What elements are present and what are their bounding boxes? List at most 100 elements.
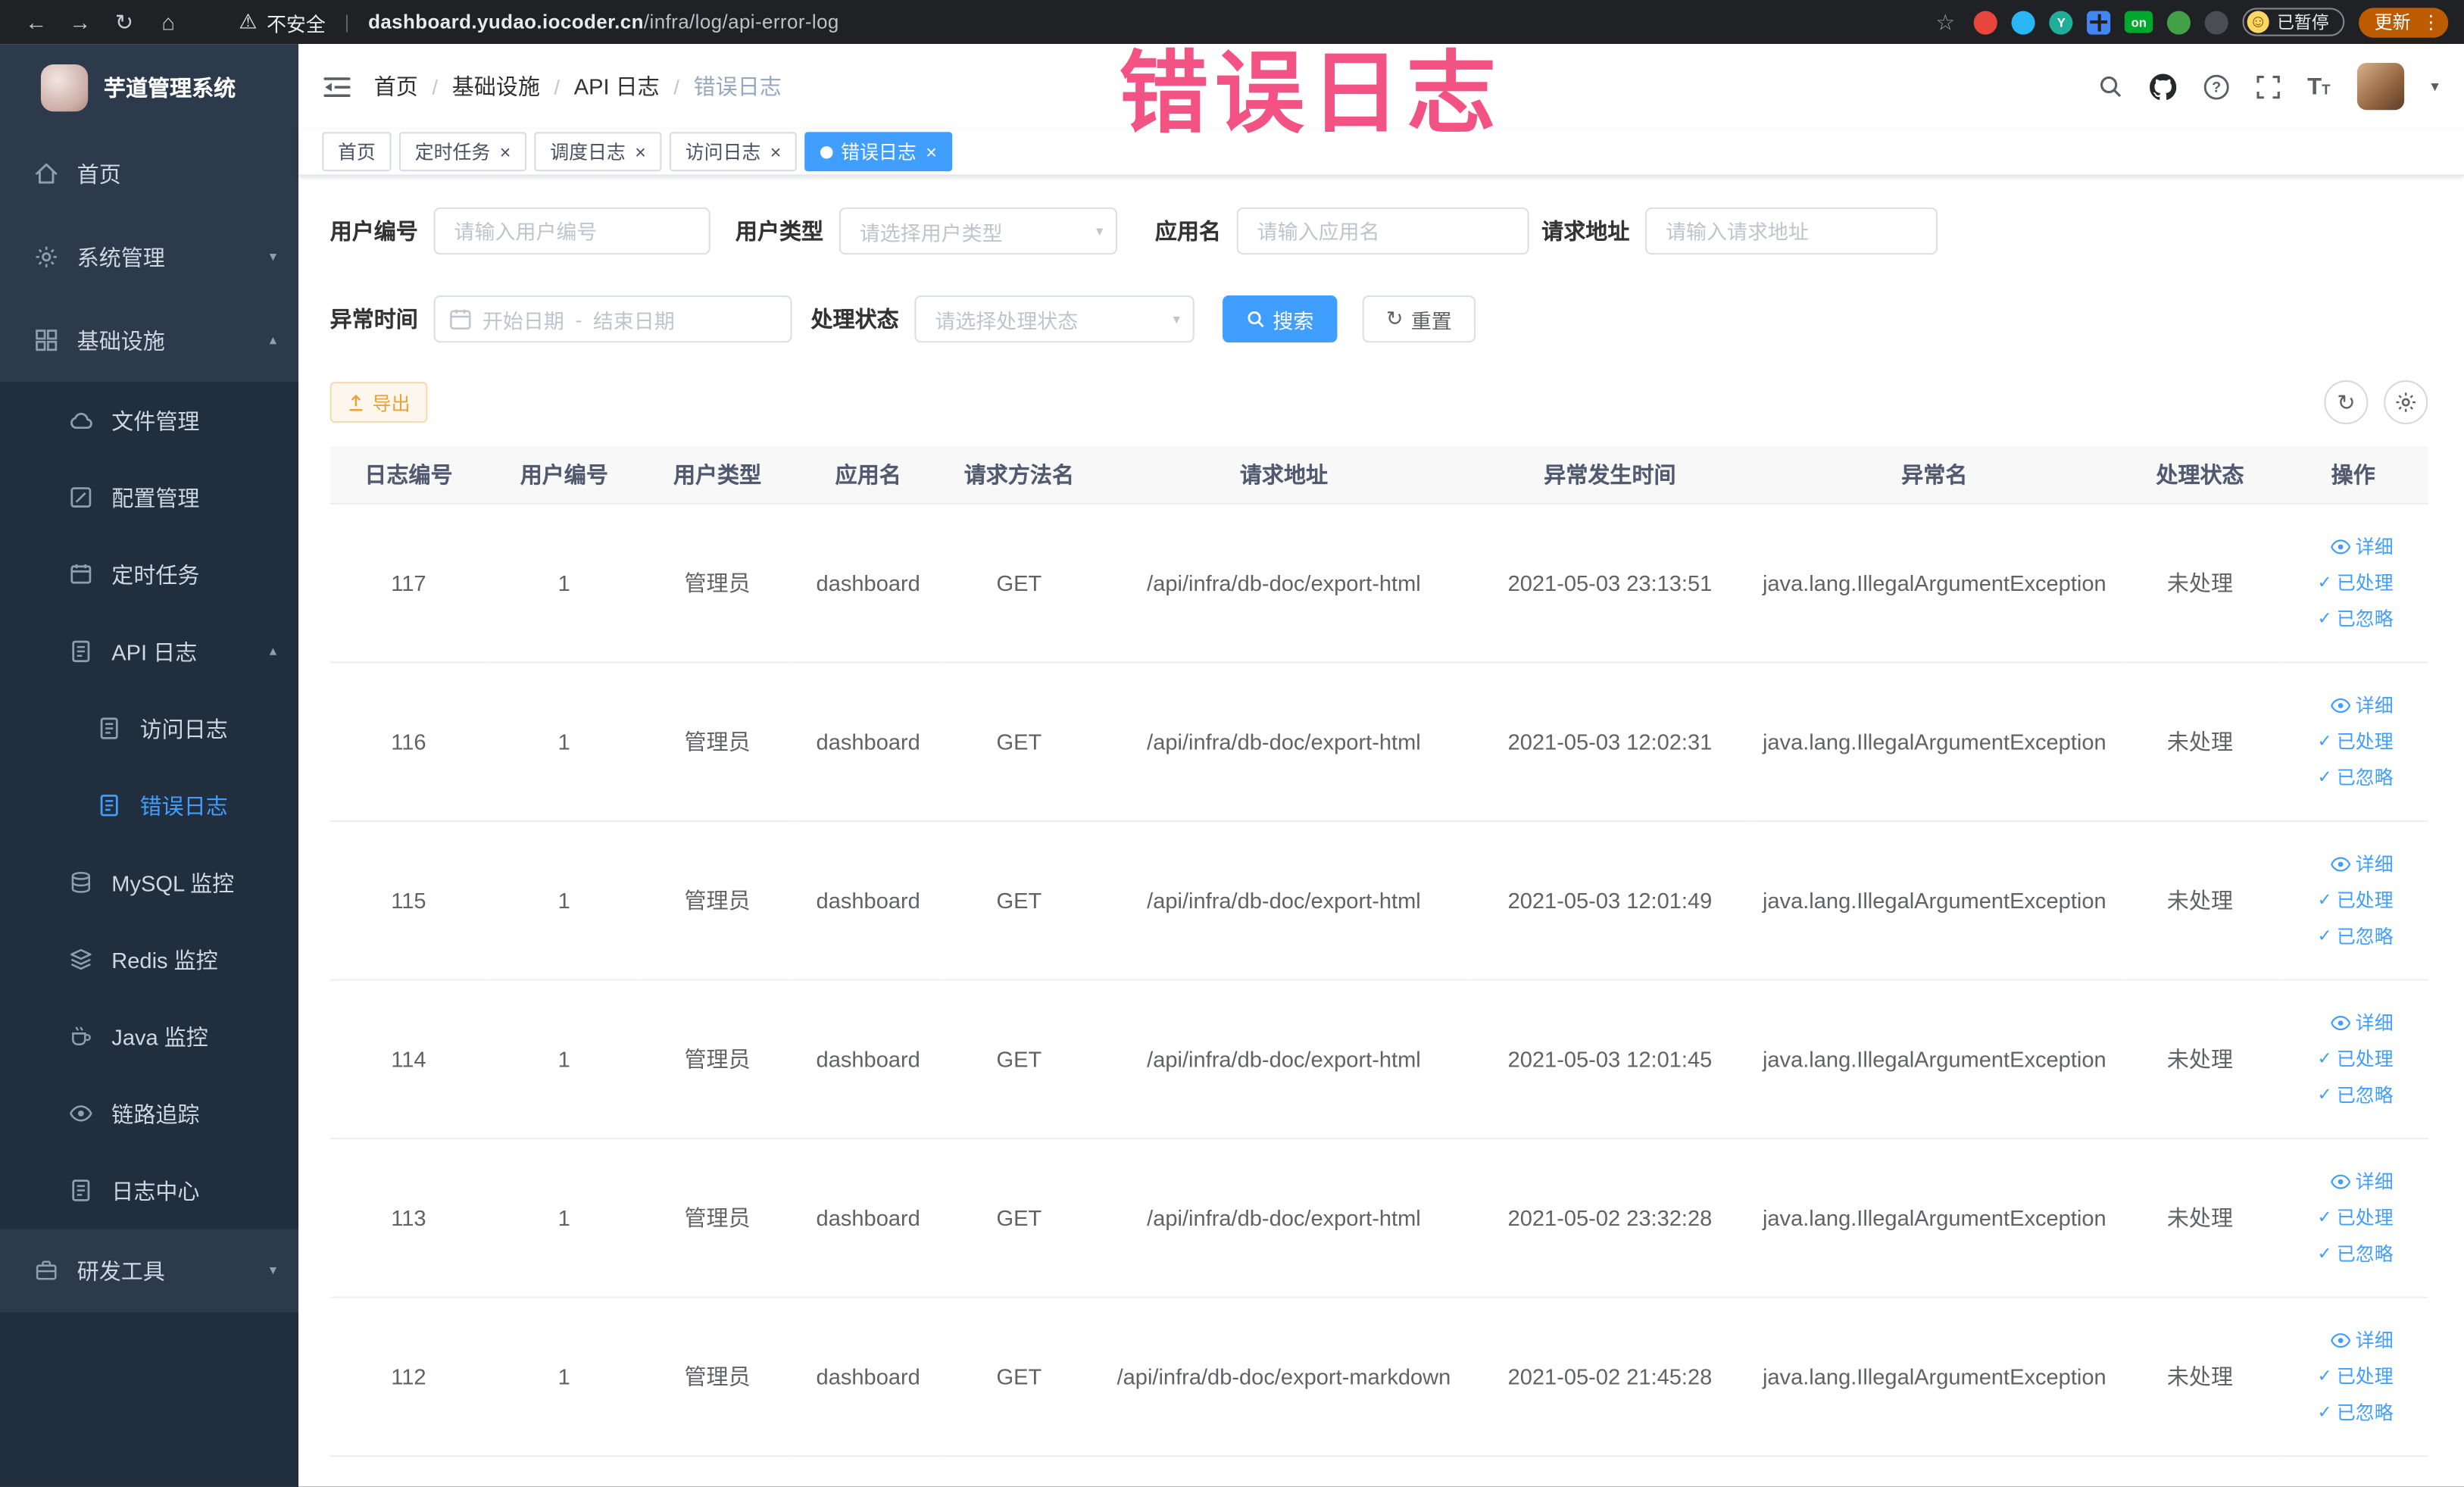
mark-processed-link[interactable]: ✓ 已处理	[2318, 728, 2394, 754]
mark-ignored-link[interactable]: ✓ 已忽略	[2318, 605, 2394, 632]
table-row: 115 1 管理员 dashboard GET /api/infra/db-do…	[329, 820, 2428, 980]
font-size-icon[interactable]: TT	[2307, 73, 2330, 99]
sidebar-item-file-mgmt[interactable]: 文件管理	[0, 382, 298, 459]
extension-icon-on[interactable]: on	[2125, 11, 2153, 33]
github-icon[interactable]	[2150, 73, 2177, 99]
tab-error-log[interactable]: 错误日志 ×	[804, 132, 953, 172]
sidebar-item-infrastructure[interactable]: 基础设施 ▴	[0, 298, 298, 382]
tab-access-log[interactable]: 访问日志 ×	[669, 132, 798, 172]
sidebar-item-tracing[interactable]: 链路追踪	[0, 1075, 298, 1152]
close-icon[interactable]: ×	[635, 141, 646, 163]
mark-ignored-link[interactable]: ✓ 已忽略	[2318, 923, 2394, 949]
user-avatar[interactable]	[2356, 62, 2405, 111]
url-bar[interactable]: dashboard.yudao.iocoder.cn/infra/log/api…	[368, 11, 839, 33]
cell-exception-time: 2021-05-02 23:32:28	[1472, 1138, 1747, 1298]
detail-link[interactable]: 详细	[2331, 692, 2394, 718]
detail-link[interactable]: 详细	[2331, 1326, 2394, 1353]
sidebar-item-redis-monitor[interactable]: Redis 监控	[0, 921, 298, 998]
sidebar-item-access-log[interactable]: 访问日志	[0, 690, 298, 767]
browser-menu-icon[interactable]: ⋮	[2422, 11, 2441, 33]
sidebar-item-log-center[interactable]: 日志中心	[0, 1152, 298, 1229]
extension-icon-drop[interactable]	[2011, 10, 2036, 34]
reset-button[interactable]: ↻ 重置	[1362, 295, 1476, 343]
app-title: 芋道管理系统	[103, 75, 236, 101]
browser-update-button[interactable]: 更新 ⋮	[2358, 7, 2449, 37]
mark-ignored-link[interactable]: ✓ 已忽略	[2318, 1081, 2394, 1107]
help-icon[interactable]: ?	[2203, 73, 2230, 99]
user-id-input[interactable]	[433, 207, 710, 255]
extension-icon-leaf[interactable]	[2166, 10, 2191, 34]
mark-processed-link[interactable]: ✓ 已处理	[2318, 1363, 2394, 1389]
detail-link[interactable]: 详细	[2331, 533, 2394, 559]
detail-link[interactable]: 详细	[2331, 1167, 2394, 1194]
sidebar-item-config-mgmt[interactable]: 配置管理	[0, 459, 298, 536]
close-icon[interactable]: ×	[500, 141, 511, 163]
col-log-id: 日志编号	[329, 446, 488, 504]
detail-link[interactable]: 详细	[2331, 850, 2394, 876]
tab-schedule-log[interactable]: 调度日志 ×	[534, 132, 662, 172]
check-icon: ✓	[2317, 732, 2332, 751]
extension-icon-yudao[interactable]: Y	[2049, 10, 2073, 34]
tab-home[interactable]: 首页	[322, 132, 392, 172]
search-icon[interactable]	[2098, 74, 2123, 99]
mark-processed-link[interactable]: ✓ 已处理	[2318, 569, 2394, 595]
browser-back-icon[interactable]: ←	[16, 9, 57, 34]
breadcrumb-api-logs[interactable]: API 日志	[574, 70, 660, 102]
sidebar-item-system-mgmt[interactable]: 系统管理 ▾	[0, 215, 298, 298]
sidebar-item-dev-tools[interactable]: 研发工具 ▾	[0, 1229, 298, 1312]
mark-ignored-link[interactable]: ✓ 已忽略	[2318, 764, 2394, 790]
mark-ignored-link[interactable]: ✓ 已忽略	[2318, 1398, 2394, 1425]
exception-time-range-picker[interactable]: 开始日期 - 结束日期	[433, 295, 792, 343]
app-name-input[interactable]	[1236, 207, 1529, 255]
fullscreen-icon[interactable]	[2257, 74, 2281, 98]
cell-status: 未处理	[2121, 1138, 2279, 1298]
cell-status: 未处理	[2121, 502, 2279, 663]
sidebar-item-java-monitor[interactable]: Java 监控	[0, 998, 298, 1075]
tab-scheduled-tasks[interactable]: 定时任务 ×	[398, 132, 527, 172]
mark-ignored-link[interactable]: ✓ 已忽略	[2318, 1240, 2394, 1267]
document-icon	[72, 640, 90, 663]
close-icon[interactable]: ×	[770, 141, 782, 163]
exception-time-label: 异常时间	[329, 306, 418, 332]
search-button[interactable]: 搜索	[1223, 295, 1338, 343]
avatar-caret-icon[interactable]: ▾	[2431, 78, 2438, 95]
chevron-down-icon: ▾	[1173, 310, 1181, 326]
filter-row-1: 用户编号 用户类型 请选择用户类型 ▾ 应用名 请求地址	[330, 207, 2428, 255]
sidebar-item-mysql-monitor[interactable]: MySQL 监控	[0, 844, 298, 921]
warning-icon: ⚠	[239, 9, 258, 33]
app-logo[interactable]: 芋道管理系统	[0, 44, 298, 132]
detail-link[interactable]: 详细	[2331, 1009, 2394, 1036]
breadcrumb-infrastructure[interactable]: 基础设施	[452, 70, 540, 102]
paused-badge[interactable]: ☺ 已暂停	[2242, 8, 2345, 36]
export-button[interactable]: 导出	[329, 382, 428, 423]
extension-icon-red[interactable]	[1974, 10, 1998, 34]
col-actions: 操作	[2278, 446, 2428, 504]
security-indicator[interactable]: ⚠ 不安全	[239, 7, 325, 36]
request-url-input[interactable]	[1645, 207, 1938, 255]
extension-icon-grid[interactable]	[2087, 10, 2111, 34]
sidebar-item-home[interactable]: 首页	[0, 132, 298, 215]
refresh-table-button[interactable]: ↻	[2324, 380, 2369, 425]
cell-app-name: dashboard	[793, 1138, 943, 1298]
browser-forward-icon[interactable]: →	[60, 9, 101, 34]
bookmark-star-icon[interactable]: ☆	[1935, 8, 1955, 35]
mark-processed-link[interactable]: ✓ 已处理	[2318, 1045, 2394, 1072]
sidebar-collapse-icon[interactable]	[323, 75, 351, 98]
breadcrumb-home[interactable]: 首页	[374, 70, 418, 102]
mark-processed-link[interactable]: ✓ 已处理	[2318, 886, 2394, 913]
user-type-select[interactable]: 请选择用户类型 ▾	[839, 207, 1118, 255]
browser-home-icon[interactable]: ⌂	[148, 9, 189, 34]
check-icon: ✓	[2317, 1049, 2332, 1069]
user-type-label: 用户类型	[735, 218, 824, 244]
column-settings-button[interactable]	[2384, 380, 2428, 425]
close-icon[interactable]: ×	[926, 141, 937, 163]
process-status-select[interactable]: 请选择处理状态 ▾	[914, 295, 1195, 343]
extension-icon-pin[interactable]	[2204, 10, 2228, 34]
sidebar-item-scheduled-tasks[interactable]: 定时任务	[0, 536, 298, 613]
cell-user-id: 1	[487, 661, 642, 821]
mark-processed-link[interactable]: ✓ 已处理	[2318, 1204, 2394, 1230]
sidebar-item-api-logs[interactable]: API 日志 ▴	[0, 613, 298, 690]
browser-refresh-icon[interactable]: ↻	[104, 8, 145, 35]
sidebar-item-error-log[interactable]: 错误日志	[0, 767, 298, 844]
table-row: 113 1 管理员 dashboard GET /api/infra/db-do…	[329, 1138, 2428, 1298]
